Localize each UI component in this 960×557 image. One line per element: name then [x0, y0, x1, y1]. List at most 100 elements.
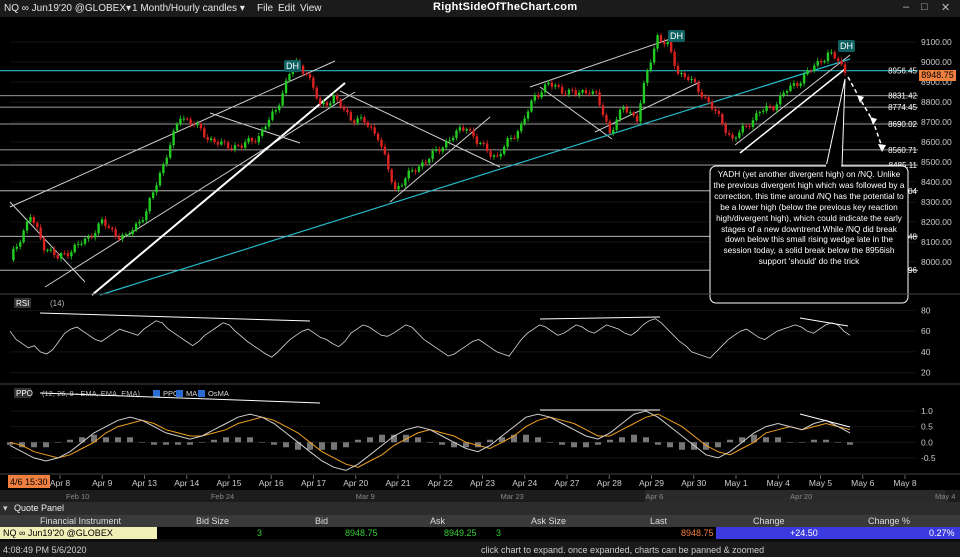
candle-body: [523, 118, 526, 124]
osma-bar: [439, 442, 445, 445]
col-bid-size[interactable]: Bid Size: [196, 516, 229, 526]
candle-body: [806, 70, 809, 75]
price-tick-label: 8100.00: [921, 237, 952, 247]
osma-checkbox[interactable]: [198, 390, 205, 397]
menu-view[interactable]: View: [300, 3, 322, 14]
price-chart[interactable]: 8956.458831.428774.458690.028560.718485.…: [0, 17, 960, 502]
candle-body: [441, 147, 445, 152]
candle-body: [247, 138, 250, 143]
candle-body: [458, 127, 462, 131]
candle-body: [70, 252, 73, 257]
candle-body: [485, 143, 489, 152]
maximize-icon[interactable]: □: [921, 1, 928, 13]
price-tick-label: 8000.00: [921, 257, 952, 267]
candle-body: [196, 123, 199, 126]
candle-body: [751, 120, 755, 127]
candle-body: [46, 249, 49, 251]
ma-checkbox[interactable]: [176, 390, 183, 397]
candle-body: [80, 243, 83, 245]
candle-body: [755, 113, 758, 121]
osma-bar: [427, 442, 433, 443]
candle-body: [114, 229, 117, 237]
col-last[interactable]: Last: [650, 516, 667, 526]
status-time: 4:08:49 PM 5/6/2020: [3, 545, 87, 555]
osma-bar: [331, 442, 337, 450]
price-tick-label: 8800.00: [921, 97, 952, 107]
osma-bar: [343, 442, 349, 448]
candle-body: [738, 132, 741, 138]
osma-bar: [271, 442, 277, 445]
candle-body: [220, 141, 223, 145]
time-tick-label: Apr 8: [50, 478, 71, 488]
time-tick-label: Apr 21: [385, 478, 410, 488]
candle-body: [165, 157, 168, 165]
osma-bar: [727, 439, 733, 443]
candle-body: [264, 126, 267, 130]
ppo-checkbox[interactable]: [153, 390, 160, 397]
time-tick-label: Apr 24: [512, 478, 537, 488]
candle-body: [792, 83, 796, 86]
time-tick-label: Apr 17: [301, 478, 326, 488]
candle-body: [213, 138, 216, 143]
menu-edit[interactable]: Edit: [278, 3, 295, 14]
col-change-pct[interactable]: Change %: [868, 516, 910, 526]
candle-body: [492, 155, 496, 157]
candle-body: [186, 118, 189, 120]
candle-body: [97, 223, 100, 234]
candle-body: [168, 145, 172, 158]
candle-body: [676, 65, 680, 74]
candle-body: [843, 64, 847, 74]
row-last: 8948.75: [681, 528, 714, 538]
candle-body: [216, 142, 220, 145]
quote-panel-titlebar: ▾ Quote Panel: [0, 502, 960, 515]
candle-body: [250, 138, 254, 142]
col-bid[interactable]: Bid: [315, 516, 328, 526]
rsi-params: (14): [50, 299, 65, 308]
dh-label-3: DH: [840, 41, 853, 51]
candle-body: [145, 211, 148, 221]
candle-body: [451, 137, 455, 141]
menu-file[interactable]: File: [257, 3, 273, 14]
symbol-selector[interactable]: NQ ∞ Jun19'20 @GLOBEX▾: [4, 3, 131, 14]
candle-body: [73, 244, 76, 253]
candle-body: [816, 61, 819, 66]
minimize-icon[interactable]: –: [903, 1, 909, 13]
candle-body: [765, 105, 768, 111]
candle-body: [762, 110, 765, 113]
candle-body: [741, 125, 744, 133]
candle-body: [595, 91, 598, 93]
candle-body: [325, 102, 329, 106]
candle-body: [59, 253, 63, 259]
candle-body: [577, 92, 581, 95]
candle-body: [339, 99, 342, 107]
price-tick-label: 9100.00: [921, 37, 952, 47]
candle-body: [335, 95, 339, 100]
row-ask-size: 3: [496, 528, 502, 538]
legend-ma: MA: [186, 389, 197, 398]
candle-body: [274, 110, 278, 112]
quote-row[interactable]: NQ ∞ Jun19'20 @GLOBEX 3 8948.75 8949.25 …: [0, 527, 960, 539]
ppo-label: PPO: [16, 389, 33, 398]
osma-bar: [847, 442, 853, 445]
col-change[interactable]: Change: [753, 516, 785, 526]
close-icon[interactable]: ✕: [941, 1, 950, 14]
col-ask-size[interactable]: Ask Size: [531, 516, 566, 526]
rsi-tick-label: 60: [921, 326, 931, 336]
osma-bar: [607, 439, 613, 443]
osma-bar: [355, 439, 361, 443]
collapse-icon[interactable]: ▾: [3, 503, 8, 514]
candle-body: [629, 112, 632, 114]
candle-body: [669, 42, 673, 52]
candle-body: [42, 238, 46, 251]
status-hint: click chart to expand. once expanded, ch…: [481, 545, 765, 555]
osma-bar: [595, 442, 601, 445]
candle-body: [83, 238, 87, 244]
candle-body: [673, 51, 676, 66]
col-ask[interactable]: Ask: [430, 516, 445, 526]
col-instrument[interactable]: Financial Instrument: [40, 516, 121, 526]
timeframe-selector[interactable]: 1 Month/Hourly candles ▾: [132, 3, 245, 14]
candle-body: [226, 142, 230, 149]
candle-body: [349, 112, 353, 121]
candle-body: [380, 139, 383, 147]
candle-body: [230, 148, 233, 150]
